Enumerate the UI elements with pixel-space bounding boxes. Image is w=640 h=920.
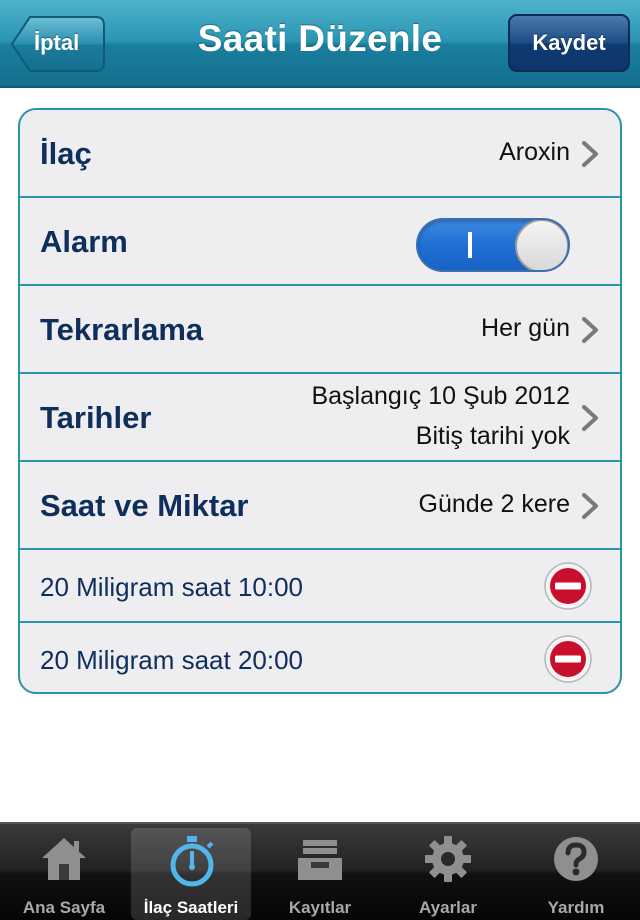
dates-label: Tarihler [40,400,152,435]
chevron-right-icon [582,317,598,343]
delete-icon[interactable] [544,562,592,610]
gear-icon [425,836,471,882]
tab-records[interactable]: Kayıtlar [260,828,380,920]
row-alarm: Alarm [20,198,620,286]
tab-label: Yardım [547,898,605,917]
row-dates[interactable]: Tarihler Başlangıç 10 Şub 2012 Bitiş tar… [20,374,620,462]
tab-bar: Ana Sayfa İlaç Saatleri Kayıtlar Ayarlar… [0,822,640,920]
tab-label: İlaç Saatleri [143,898,239,917]
chevron-right-icon [582,405,598,431]
delete-icon[interactable] [544,635,592,683]
tab-home[interactable]: Ana Sayfa [4,828,124,920]
dates-end: Bitiş tarihi yok [415,422,570,450]
toggle-on-mark [468,232,472,258]
tab-label: Kayıtlar [288,898,352,917]
drug-value: Aroxin [499,138,570,166]
tab-label: Ana Sayfa [22,898,106,917]
schedule-form: İlaç Aroxin Alarm Tekrarlama Her gün Tar… [18,108,622,694]
chevron-right-icon [582,141,598,167]
row-repeat[interactable]: Tekrarlama Her gün [20,286,620,374]
home-icon [42,838,86,880]
time-amount-value: Günde 2 kere [418,490,571,518]
alarm-toggle[interactable] [416,218,570,272]
repeat-value: Her gün [481,314,570,342]
dose-text: 20 Miligram saat 20:00 [40,645,304,675]
chevron-right-icon [582,493,598,519]
row-drug[interactable]: İlaç Aroxin [20,110,620,198]
tab-medication-times[interactable]: İlaç Saatleri [131,828,251,920]
stopwatch-icon [170,836,214,887]
dose-row[interactable]: 20 Miligram saat 10:00 [20,550,620,623]
tray-icon [298,840,342,880]
alarm-label: Alarm [40,224,128,259]
drug-label: İlaç [40,136,92,171]
dose-row[interactable]: 20 Miligram saat 20:00 [20,623,620,692]
help-icon [554,837,598,881]
row-time-amount[interactable]: Saat ve Miktar Günde 2 kere [20,462,620,550]
repeat-label: Tekrarlama [40,312,204,347]
dates-start: Başlangıç 10 Şub 2012 [311,382,570,410]
tab-label: Ayarlar [419,898,477,917]
toggle-knob [515,220,568,270]
time-amount-label: Saat ve Miktar [40,488,249,523]
save-button[interactable]: Kaydet [508,14,630,72]
tab-settings[interactable]: Ayarlar [388,828,508,920]
navigation-bar: İptal Saati Düzenle Kaydet [0,0,640,88]
tab-help[interactable]: Yardım [516,828,636,920]
dose-text: 20 Miligram saat 10:00 [40,572,304,602]
